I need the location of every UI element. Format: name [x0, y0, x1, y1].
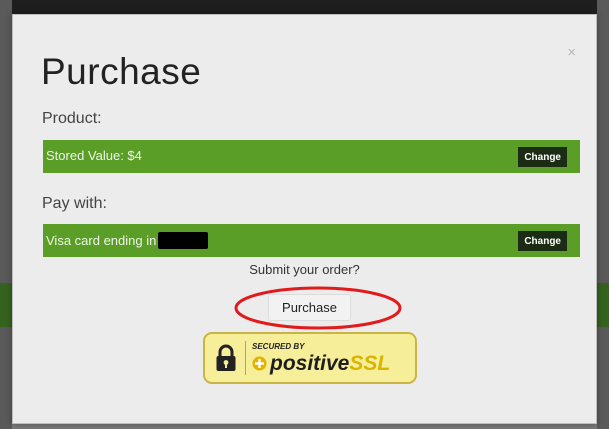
- pay-with-label: Pay with:: [42, 195, 107, 212]
- modal-title: Purchase: [41, 51, 202, 92]
- product-bar: Stored Value: $4 Change: [43, 140, 580, 173]
- payment-bar: Visa card ending in Change: [43, 224, 580, 257]
- badge-divider: [245, 341, 246, 375]
- lock-icon: [216, 344, 236, 371]
- badge-text: SECURED BY positive SSL: [252, 341, 390, 374]
- positive-ssl-badge: SECURED BY positive SSL: [203, 332, 417, 384]
- badge-brand: positive SSL: [252, 353, 390, 374]
- submit-prompt: Submit your order?: [249, 262, 360, 277]
- brand-positive-text: positive: [270, 351, 350, 375]
- secured-by-text: SECURED BY: [252, 341, 305, 351]
- brand-ssl-text: SSL: [349, 351, 391, 375]
- purchase-modal: × Purchase Product: Stored Value: $4 Cha…: [12, 14, 597, 424]
- plus-circle-icon: [252, 356, 267, 370]
- change-payment-button[interactable]: Change: [518, 231, 567, 251]
- page-backdrop-left: [0, 0, 12, 429]
- product-value-text: Stored Value: $4: [46, 148, 142, 163]
- close-icon[interactable]: ×: [567, 45, 576, 60]
- payment-value: Visa card ending in: [46, 232, 209, 249]
- redacted-card-number: [158, 232, 209, 249]
- purchase-button[interactable]: Purchase: [268, 294, 351, 321]
- page-backdrop-right: [597, 0, 609, 429]
- change-product-button[interactable]: Change: [518, 147, 567, 167]
- payment-value-text: Visa card ending in: [46, 233, 157, 248]
- product-value: Stored Value: $4: [46, 148, 142, 163]
- page-backdrop-top: [0, 0, 609, 14]
- product-label: Product:: [42, 110, 102, 127]
